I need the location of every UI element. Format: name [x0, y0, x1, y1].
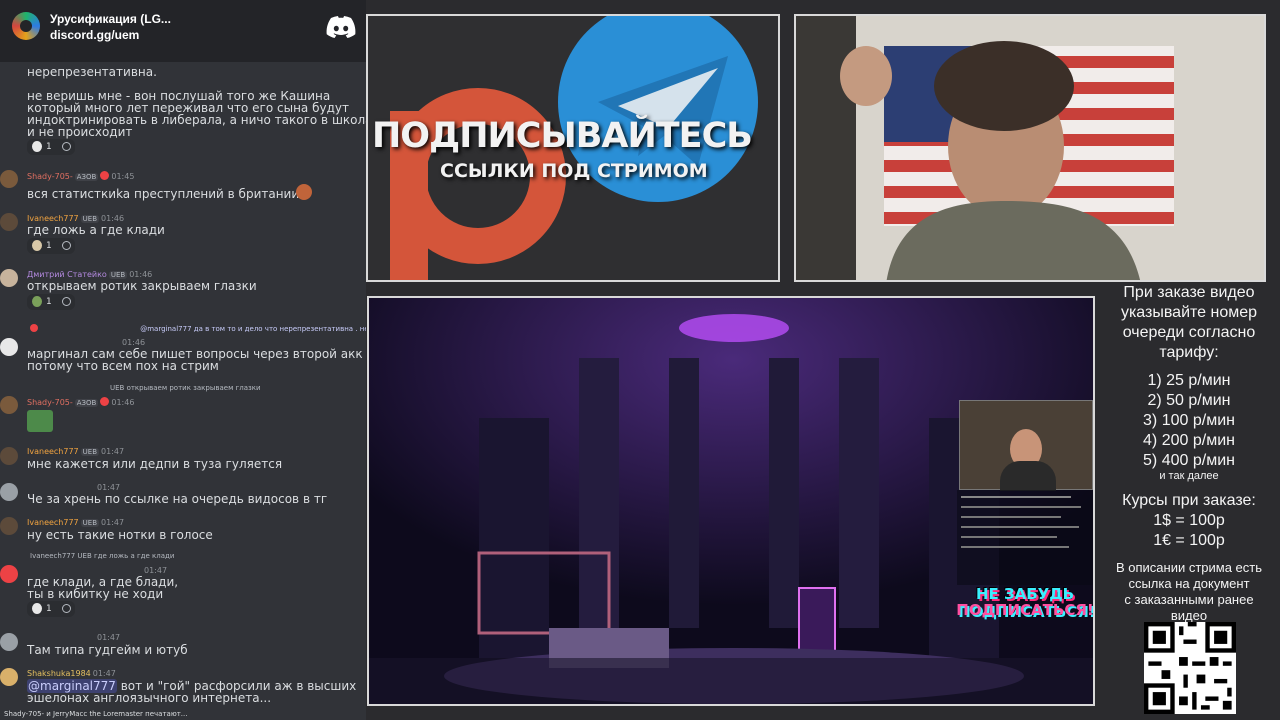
avatar[interactable] [0, 668, 18, 686]
server-invite[interactable]: discord.gg/uem [50, 28, 139, 42]
avatar[interactable] [0, 338, 18, 356]
message-text: где ложь а где клади [27, 223, 165, 237]
message-text: мне кажется или дедпи в туза гуляется [27, 457, 283, 471]
message-author: Shady-705- АЗОВ 01:46 [27, 397, 135, 407]
info-line: с заказанными ранее [1124, 592, 1254, 607]
subscribe-sticker: НЕ ЗАБУДЬ ПОДПИСАТЬСЯ! [956, 585, 1094, 619]
discord-chat: Урусификация (LG... discord.gg/uem нереп… [0, 0, 366, 720]
reply-preview[interactable]: @marginal777 да в том то и дело что нере… [30, 324, 366, 333]
message-author: Дмитрий Статейко UEB 01:46 [27, 270, 153, 279]
avatar[interactable] [0, 633, 18, 651]
game-capture: НЕ ЗАБУДЬ ПОДПИСАТЬСЯ! [367, 296, 1095, 706]
avatar[interactable] [0, 269, 18, 287]
add-reaction-icon[interactable] [62, 297, 71, 306]
message-author: Ivaneech777 UEB 01:46 [27, 214, 125, 223]
tariff-more: и так далее [1159, 470, 1219, 482]
reaction-count: 1 [46, 241, 52, 251]
reply-preview[interactable]: UEB открываем ротик закрываем глазки [30, 384, 261, 392]
avatar[interactable] [0, 483, 18, 501]
info-line: указывайте номер [1120, 304, 1258, 321]
webcam-panel [794, 14, 1266, 282]
add-reaction-icon[interactable] [62, 142, 71, 151]
rates-title: Курсы при заказе: [1122, 492, 1256, 509]
info-line: видео [1170, 608, 1208, 623]
message-author: Ivaneech777 UEB 01:47 [27, 518, 125, 527]
message-text: эшелонах англоязычного интернета... [27, 691, 272, 705]
discord-icon [326, 16, 356, 38]
avatar[interactable] [0, 565, 18, 583]
message-time: 01:47 [97, 483, 121, 492]
avatar[interactable] [0, 213, 18, 231]
add-reaction-icon[interactable] [62, 241, 71, 250]
qr-code[interactable] [1144, 622, 1236, 714]
emoji-icon [32, 240, 42, 251]
rate-eur: 1€ = 100р [1153, 532, 1225, 549]
tariff-item: 3) 100 р/мин [1143, 412, 1235, 429]
tariff-item: 4) 200 р/мин [1143, 432, 1235, 449]
info-line: ссылка на документ [1128, 576, 1250, 591]
message-text: вся статисткиka преступлений в британии: [27, 187, 304, 201]
tariff-item: 1) 25 р/мин [1147, 372, 1231, 389]
message-text: и не происходит [27, 125, 133, 139]
message-time: 01:47 [97, 633, 121, 642]
info-line: В описании стрима есть [1115, 560, 1263, 575]
info-line: тарифу: [1159, 344, 1219, 361]
promo-title: ПОДПИСЫВАЙТЕСЬ [372, 116, 753, 156]
avatar[interactable] [0, 170, 18, 188]
emoji-icon [32, 296, 42, 307]
message-text: Че за хрень по ссылке на очередь видосов… [27, 492, 328, 506]
message-text: ты в кибитку не ходи [27, 587, 164, 601]
message-author: Shakshuka1984 01:47 [27, 669, 116, 678]
reaction[interactable]: 1 [27, 601, 75, 617]
tariff-item: 5) 400 р/мин [1143, 452, 1235, 469]
discord-header: Урусификация (LG... discord.gg/uem [0, 0, 366, 62]
reaction[interactable]: 1 [27, 238, 75, 254]
message-time: 01:47 [144, 566, 168, 575]
message-text: ну есть такие нотки в голосе [27, 528, 213, 542]
tariff-item: 2) 50 р/мин [1147, 392, 1231, 409]
avatar[interactable] [0, 447, 18, 465]
info-line: очереди согласно [1122, 324, 1256, 341]
message-author: Shady-705- АЗОВ 01:45 [27, 171, 135, 181]
streamer-cam [959, 400, 1093, 491]
message-text: открываем ротик закрываем глазки [27, 279, 257, 293]
avatar[interactable] [0, 517, 18, 535]
server-icon[interactable] [12, 12, 40, 40]
message-text: потому что всем пох на стрим [27, 359, 219, 373]
typing-indicator: Shady-705- и JerryMacc the Loremaster пе… [4, 710, 188, 718]
reaction-count: 1 [46, 297, 52, 307]
reaction[interactable]: 1 [27, 139, 75, 155]
avatar[interactable] [0, 396, 18, 414]
reaction-count: 1 [46, 142, 52, 152]
order-info: При заказе видео указывайте номер очеред… [1098, 282, 1280, 720]
info-line: При заказе видео [1123, 284, 1255, 301]
server-name: Урусификация (LG... [50, 12, 171, 26]
reply-preview[interactable]: Ivaneech777 UEB где ложь а где клади [30, 552, 174, 560]
message-author: Ivaneech777 UEB 01:47 [27, 447, 125, 456]
message-text: Там типа гудгейм и ютуб [27, 643, 188, 657]
message-time: 01:46 [122, 338, 146, 347]
sticker-image [27, 410, 53, 432]
emoji-icon [32, 603, 42, 614]
reaction-count: 1 [46, 604, 52, 614]
emoji-icon [32, 141, 42, 152]
overlay-chat [957, 490, 1093, 585]
promo-panel: ПОДПИСЫВАЙТЕСЬ ССЫЛКИ ПОД СТРИМОМ [366, 14, 780, 282]
promo-subtitle: ССЫЛКИ ПОД СТРИМОМ [440, 160, 708, 182]
webcam-image [796, 16, 1264, 280]
rate-usd: 1$ = 100р [1153, 512, 1225, 529]
add-reaction-icon[interactable] [62, 604, 71, 613]
emoji-icon [296, 184, 312, 200]
message-text: нерепрезентативна. [27, 65, 157, 79]
reaction[interactable]: 1 [27, 294, 75, 310]
